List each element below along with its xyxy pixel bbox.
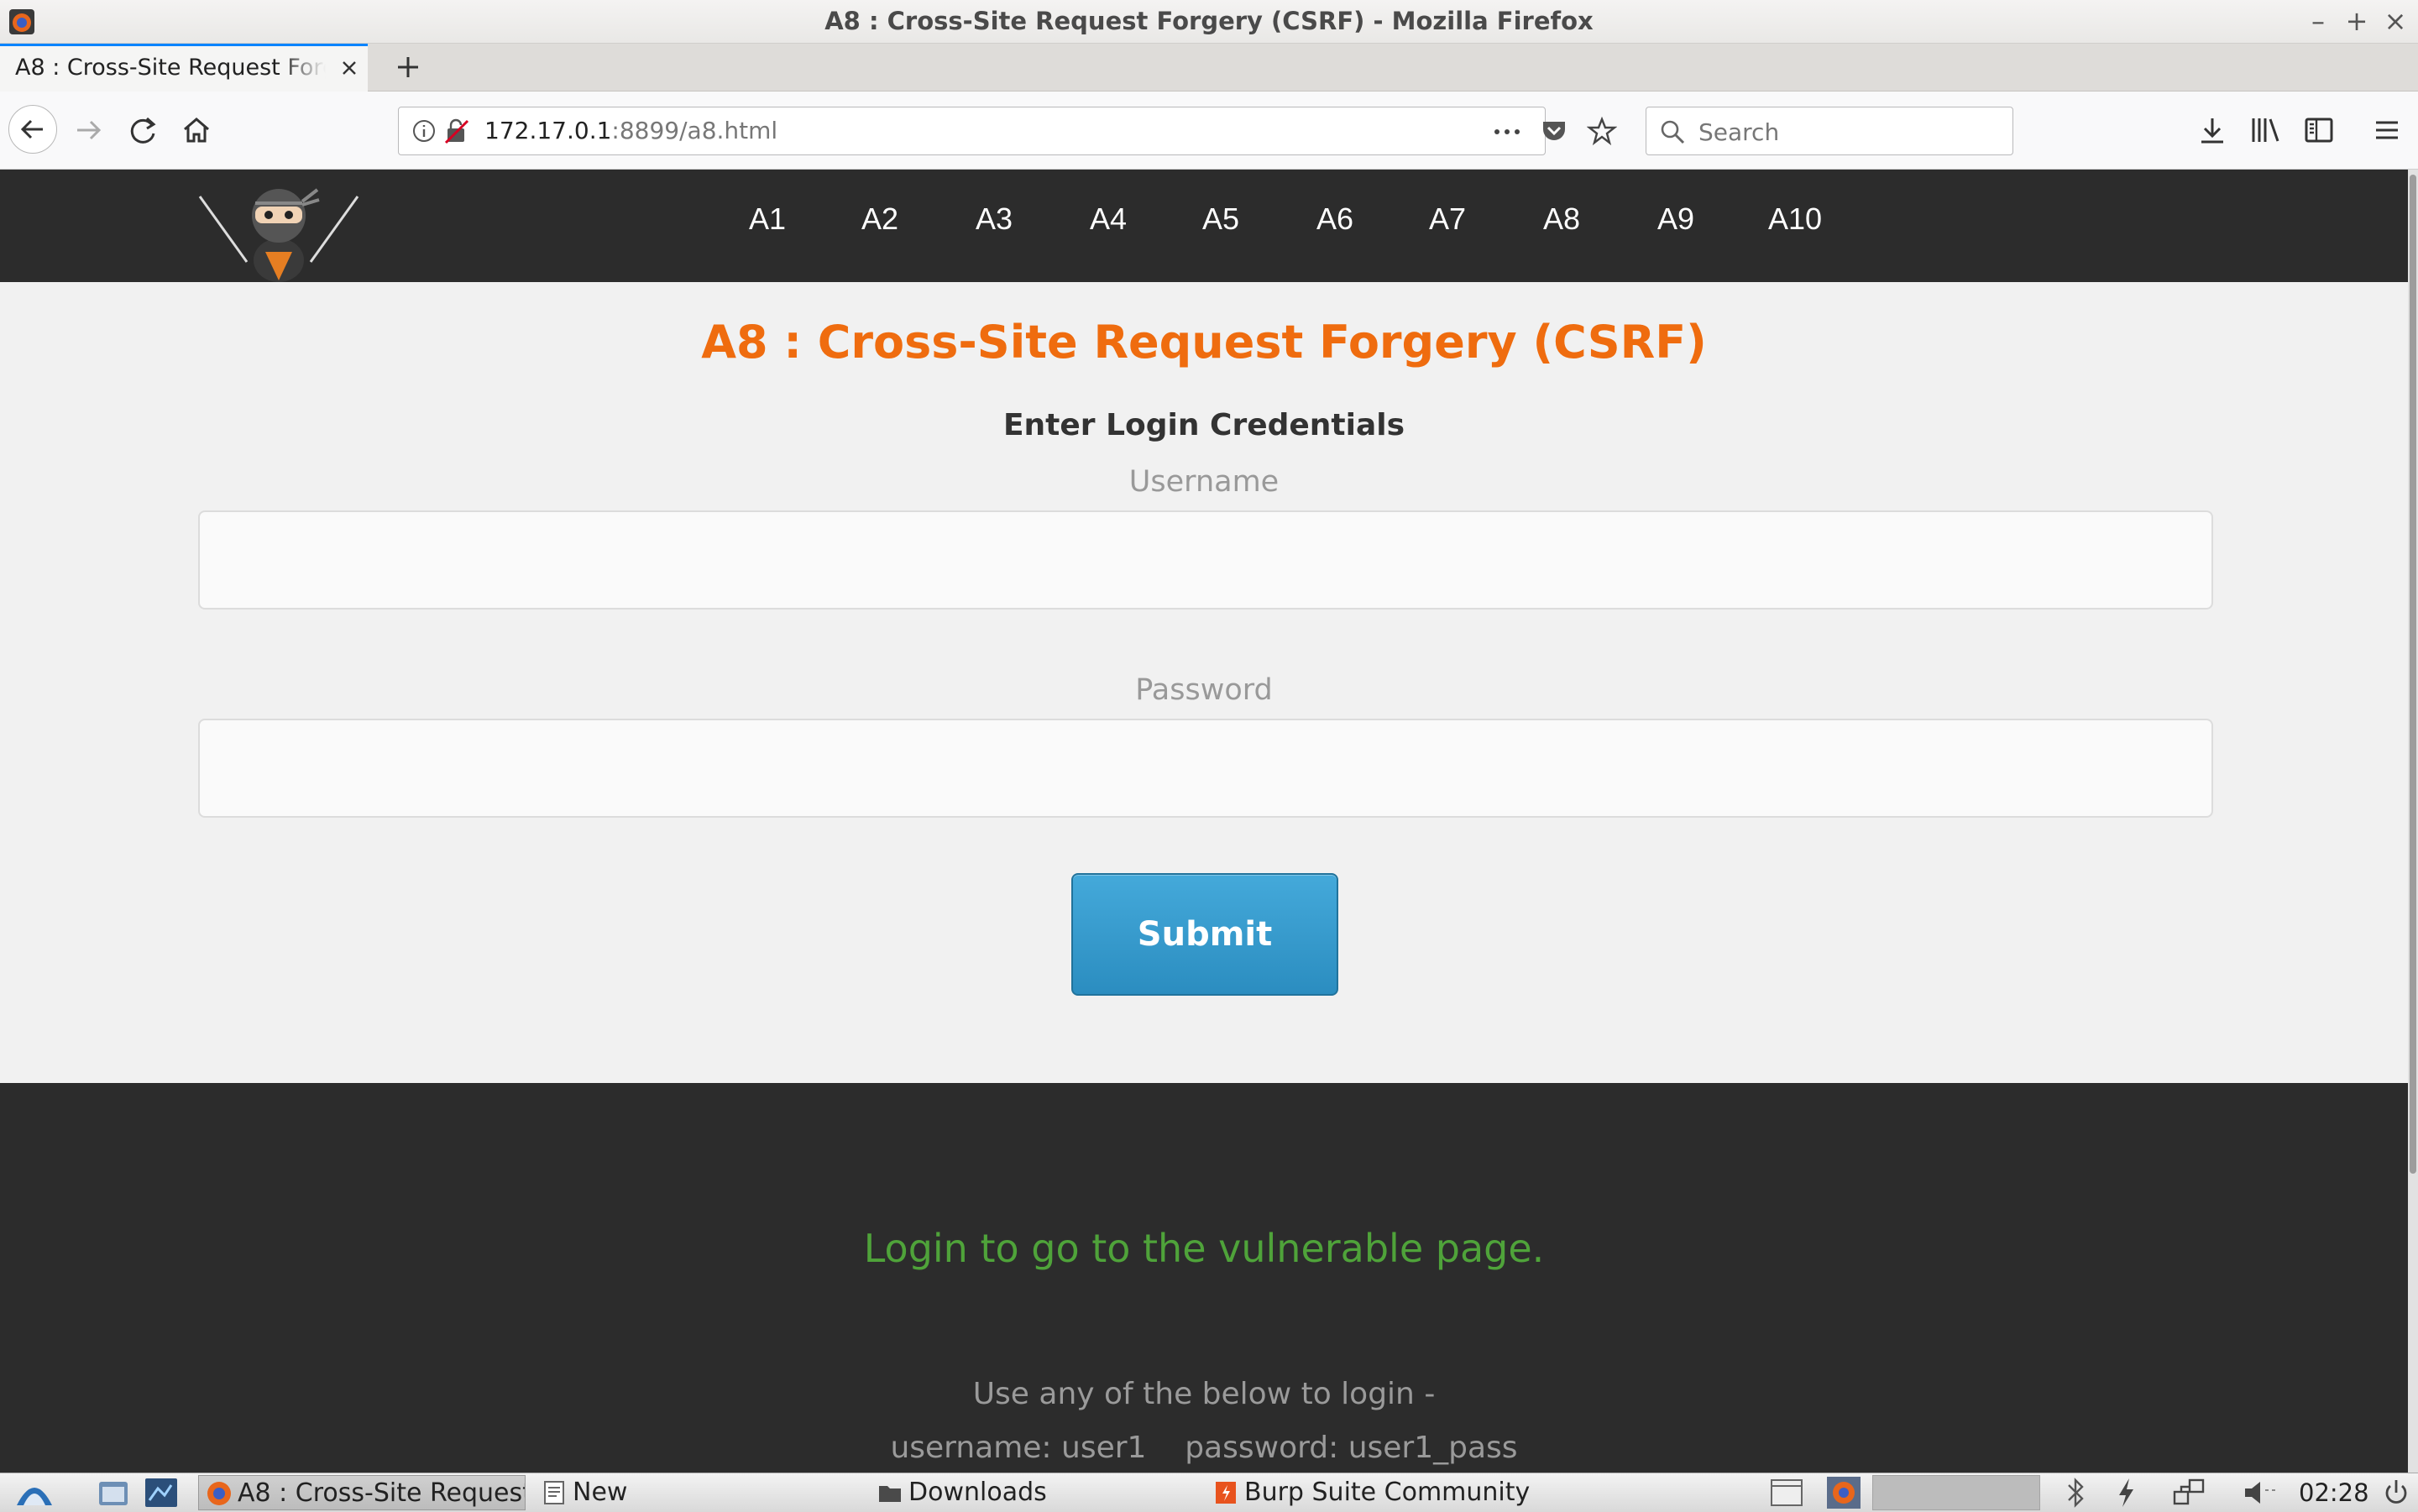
url-bar[interactable]: 172.17.0.1:8899/a8.html: [398, 107, 1546, 155]
firefox-icon: [207, 1482, 231, 1505]
url-host: 172.17.0.1: [484, 117, 612, 144]
login-hint-line1: Use any of the below to login -: [972, 1377, 1436, 1411]
close-icon[interactable]: [336, 55, 363, 81]
file-manager-icon[interactable]: [96, 1475, 133, 1510]
nav-link-a10[interactable]: A10: [1768, 170, 1822, 269]
more-actions-icon[interactable]: [1490, 119, 1524, 144]
pocket-icon[interactable]: [1540, 117, 1568, 145]
library-icon[interactable]: [2248, 114, 2282, 146]
taskbar-task-label: New: [573, 1478, 628, 1507]
volume-icon[interactable]: [2240, 1475, 2282, 1510]
power-off-icon[interactable]: [2381, 1475, 2411, 1510]
site-header: A1 A2 A3 A4 A5 A6 A7 A8 A9 A10: [0, 170, 2408, 282]
page-scrollbar[interactable]: [2408, 170, 2418, 1473]
nav-link-a6[interactable]: A6: [1316, 170, 1353, 269]
minimize-button[interactable]: –: [2304, 5, 2332, 37]
search-bar[interactable]: [1646, 107, 2013, 155]
close-window-button[interactable]: ×: [2381, 5, 2410, 37]
url-text[interactable]: 172.17.0.1:8899/a8.html: [484, 107, 777, 154]
bluetooth-icon[interactable]: [2060, 1475, 2091, 1510]
maximize-button[interactable]: +: [2342, 5, 2371, 37]
forward-button[interactable]: [67, 108, 111, 152]
text-editor-icon: [544, 1481, 564, 1504]
tab-strip: A8 : Cross-Site Request Forgery (CSRF): [0, 44, 2418, 92]
nav-link-a9[interactable]: A9: [1657, 170, 1694, 269]
nav-link-a7[interactable]: A7: [1429, 170, 1466, 269]
window-list-icon[interactable]: [1768, 1475, 1805, 1510]
login-subtitle: Enter Login Credentials: [1002, 408, 1405, 442]
download-icon[interactable]: [2196, 114, 2228, 146]
reload-icon[interactable]: [121, 108, 165, 152]
bookmark-star-icon[interactable]: [1587, 116, 1617, 146]
username-input[interactable]: [198, 510, 2213, 610]
taskbar-task-label: Burp Suite Community Edition: [1244, 1478, 1533, 1507]
taskbar-task-label: A8 : Cross-Site Request Forgery (CSRF) -…: [238, 1478, 526, 1508]
username-label: Username: [1128, 465, 1280, 499]
os-taskbar: A8 : Cross-Site Request Forgery (CSRF) -…: [0, 1473, 2418, 1512]
search-icon: [1661, 120, 1685, 144]
page-title: A8 : Cross-Site Request Forgery (CSRF): [701, 316, 1707, 369]
footer-message: Login to go to the vulnerable page.: [863, 1226, 1545, 1271]
site-footer: Login to go to the vulnerable page. Use …: [0, 1083, 2408, 1473]
taskbar-task-label: Downloads: [908, 1478, 1047, 1507]
start-menu-icon[interactable]: [10, 1475, 59, 1510]
password-input[interactable]: [198, 719, 2213, 818]
login-section: A8 : Cross-Site Request Forgery (CSRF) E…: [0, 282, 2408, 1083]
window-titlebar: A8 : Cross-Site Request Forgery (CSRF) -…: [0, 0, 2418, 44]
burp-icon: [1216, 1482, 1236, 1504]
nav-link-a1[interactable]: A1: [749, 170, 786, 269]
submit-button[interactable]: Submit: [1071, 873, 1338, 996]
network-icon[interactable]: [2171, 1475, 2208, 1510]
nav-link-a2[interactable]: A2: [861, 170, 898, 269]
back-button[interactable]: [8, 105, 57, 154]
ninja-logo-icon[interactable]: [195, 170, 363, 282]
power-icon[interactable]: [2111, 1475, 2141, 1510]
login-hint-line2: username: user1 password: user1_pass: [890, 1431, 1518, 1465]
nav-link-a4[interactable]: A4: [1090, 170, 1127, 269]
arrow-left-icon: [20, 119, 43, 139]
taskbar-clock[interactable]: 02:28: [2299, 1473, 2369, 1512]
workspace-pager[interactable]: [1872, 1475, 2040, 1510]
tab-active[interactable]: A8 : Cross-Site Request Forgery (CSRF): [0, 44, 368, 92]
home-icon[interactable]: [175, 108, 218, 152]
nav-link-a3[interactable]: A3: [976, 170, 1013, 269]
insecure-lock-icon[interactable]: [442, 118, 471, 144]
browser-navbar: 172.17.0.1:8899/a8.html: [0, 92, 2418, 170]
sidebar-icon[interactable]: [2302, 114, 2336, 146]
taskbar-task-burp[interactable]: Burp Suite Community Edition: [1206, 1475, 1533, 1510]
tab-label: A8 : Cross-Site Request Forgery (CSRF): [15, 55, 326, 81]
taskbar-task-new[interactable]: New: [534, 1475, 861, 1510]
nav-link-a5[interactable]: A5: [1202, 170, 1239, 269]
taskbar-task-firefox[interactable]: A8 : Cross-Site Request Forgery (CSRF) -…: [198, 1475, 526, 1510]
window-title: A8 : Cross-Site Request Forgery (CSRF) -…: [824, 7, 1594, 35]
taskbar-task-downloads[interactable]: Downloads: [870, 1475, 1197, 1510]
folder-icon: [879, 1486, 901, 1502]
password-label: Password: [1135, 673, 1273, 707]
desktop-icon[interactable]: [143, 1475, 180, 1510]
scrollbar-thumb[interactable]: [2410, 175, 2416, 1174]
info-icon[interactable]: [411, 118, 437, 144]
nav-link-a8[interactable]: A8: [1543, 170, 1580, 269]
firefox-tray-icon[interactable]: [1825, 1475, 1862, 1510]
search-input[interactable]: [1697, 114, 2002, 149]
new-tab-plus-icon[interactable]: [391, 50, 425, 84]
url-path: :8899/a8.html: [611, 117, 778, 144]
page-viewport: A1 A2 A3 A4 A5 A6 A7 A8 A9 A10 A8 : Cros…: [0, 170, 2408, 1473]
menu-hamburger-icon[interactable]: [2371, 114, 2403, 146]
